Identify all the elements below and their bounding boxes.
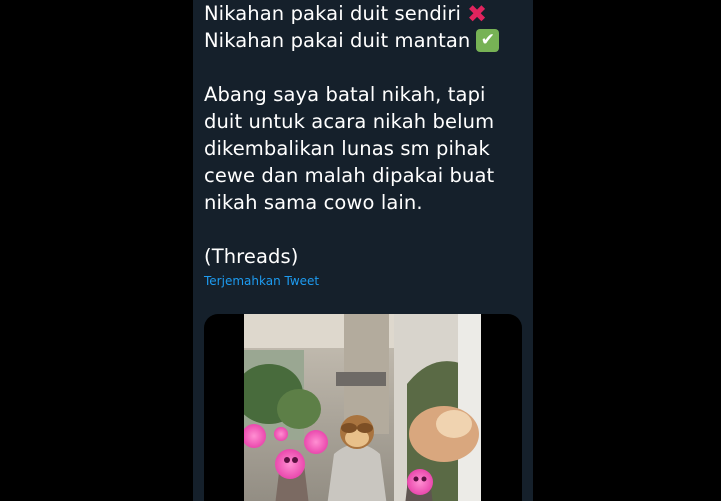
photo-greenery xyxy=(277,389,321,429)
tweet-media-card[interactable] xyxy=(204,314,522,501)
wedding-photo[interactable] xyxy=(244,314,481,501)
photo-pillar xyxy=(458,314,481,501)
photo-sign xyxy=(336,372,386,386)
screenshot-stage: Nikahan pakai duit sendiri ✖ Nikahan pak… xyxy=(0,0,721,501)
tweet-line-3: Abang saya batal nikah, tapi xyxy=(204,83,486,106)
cross-mark-icon: ✖ xyxy=(466,0,488,28)
tweet-line-4: duit untuk acara nikah belum xyxy=(204,110,495,133)
tweet-line-text: Nikahan pakai duit mantan xyxy=(204,29,471,52)
photo-flowers xyxy=(436,410,472,438)
tweet-line-2: Nikahan pakai duit mantan ✔ xyxy=(204,27,524,54)
tweet-line-7: nikah sama cowo lain. xyxy=(204,191,423,214)
tweet-line-8: (Threads) xyxy=(204,245,299,268)
monkey-covering-eyes-sticker xyxy=(340,415,374,449)
tweet-line-5: dikembalikan lunas sm pihak xyxy=(204,137,490,160)
tweet-line-1: Nikahan pakai duit sendiri ✖ xyxy=(204,0,524,27)
translate-tweet-link[interactable]: Terjemahkan Tweet xyxy=(204,273,319,289)
tweet-line-6: cewe dan malah dipakai buat xyxy=(204,164,495,187)
photo-illustration xyxy=(244,314,481,501)
tweet-text: Nikahan pakai duit sendiri ✖ Nikahan pak… xyxy=(204,0,524,270)
tweet-line-text: Nikahan pakai duit sendiri xyxy=(204,2,461,25)
tweet-panel: Nikahan pakai duit sendiri ✖ Nikahan pak… xyxy=(193,0,533,501)
check-mark-icon: ✔ xyxy=(476,29,500,52)
